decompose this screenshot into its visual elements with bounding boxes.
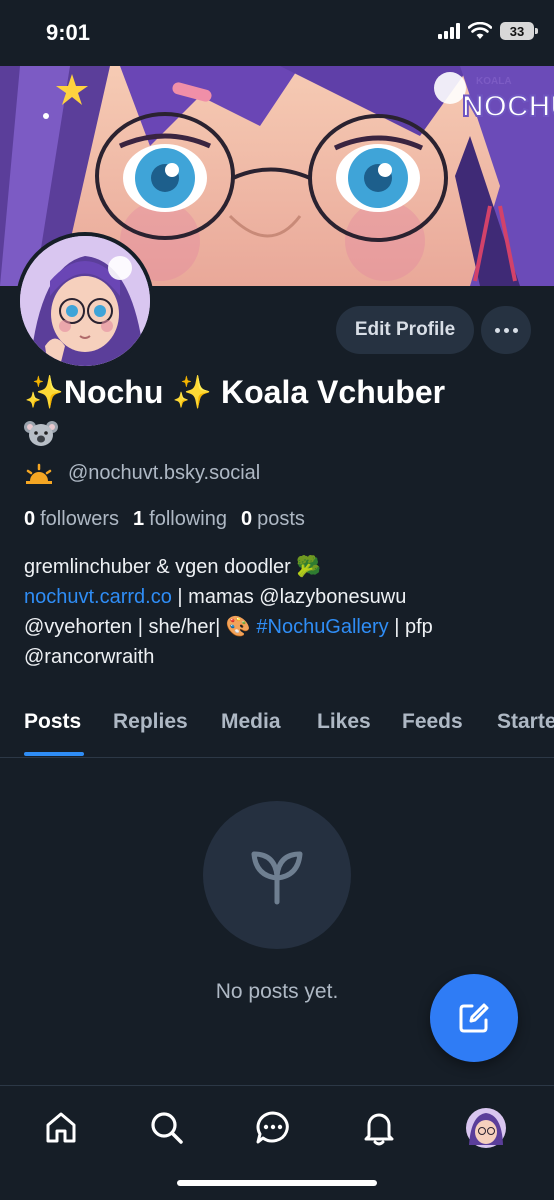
bio-hashtag[interactable]: #NochuGallery <box>256 616 388 638</box>
status-icons: 33 <box>438 22 538 40</box>
battery-indicator: 33 <box>500 22 538 40</box>
bio-line-2: nochuvt.carrd.co | mamas @lazybonesuwu <box>24 582 534 612</box>
handle-row: @nochuvt.bsky.social <box>24 462 260 485</box>
profile-avatar[interactable] <box>16 232 154 370</box>
posts-stat: 0 posts <box>241 508 305 530</box>
bio-line-4: @rancorwraith <box>24 646 155 668</box>
bio-link[interactable]: nochuvt.carrd.co <box>24 586 172 608</box>
search-icon <box>151 1112 183 1144</box>
more-dots-icon <box>494 327 500 333</box>
sunrise-icon <box>26 463 52 484</box>
koala-icon <box>24 421 58 446</box>
tab-posts[interactable]: Posts <box>24 710 81 734</box>
tab-feeds[interactable]: Feeds <box>402 710 463 734</box>
profile-avatar-icon <box>466 1108 506 1148</box>
bell-icon <box>364 1113 394 1146</box>
cellular-signal-icon <box>438 23 460 39</box>
bio-text: @vyehorten | she/her| 🎨 <box>24 616 257 638</box>
banner-logo-small: KOALA <box>476 76 512 87</box>
home-icon <box>46 1112 76 1143</box>
more-dots-icon <box>503 327 509 333</box>
empty-state-icon-circle <box>203 801 351 949</box>
chat-icon <box>256 1111 289 1144</box>
tab-media[interactable]: Media <box>221 710 281 734</box>
compose-post-button[interactable] <box>430 974 518 1062</box>
status-time: 9:01 <box>46 20 91 45</box>
banner-logo: NOCHU <box>462 90 554 123</box>
following-stat[interactable]: 1 following <box>133 508 227 531</box>
status-bar: 9:01 33 <box>0 0 554 66</box>
edit-profile-button[interactable]: Edit Profile <box>336 306 474 354</box>
profile-stats: 0 followers 1 following 0 posts <box>24 508 305 531</box>
bio-line-3: @vyehorten | she/her| 🎨 #NochuGallery | … <box>24 612 534 642</box>
profile-tabs: Posts Replies Media Likes Feeds Starte <box>0 700 554 758</box>
nav-notifications[interactable] <box>357 1106 401 1150</box>
profile-bio: gremlinchuber & vgen doodler 🥦 nochuvt.c… <box>24 552 534 672</box>
sprout-icon <box>251 851 303 905</box>
bio-text: | mamas @lazybonesuwu <box>171 586 407 608</box>
bio-line-1: gremlinchuber & vgen doodler 🥦 <box>24 556 322 578</box>
more-options-button[interactable] <box>481 306 531 354</box>
active-tab-indicator <box>24 752 84 756</box>
koala-emoji <box>24 418 58 453</box>
tab-starter-packs[interactable]: Starte <box>497 710 554 734</box>
tab-likes[interactable]: Likes <box>317 710 371 734</box>
avatar-artwork <box>20 236 150 366</box>
nav-search[interactable] <box>145 1106 189 1150</box>
nav-chat[interactable] <box>251 1106 295 1150</box>
followers-stat[interactable]: 0 followers <box>24 508 119 531</box>
more-dots-icon <box>512 327 518 333</box>
home-indicator <box>177 1180 377 1186</box>
nav-home[interactable] <box>39 1106 83 1150</box>
profile-display-name: ✨Nochu ✨ Koala Vchuber <box>24 374 446 410</box>
wifi-icon <box>468 22 492 39</box>
tab-replies[interactable]: Replies <box>113 710 188 734</box>
compose-icon <box>459 1003 489 1033</box>
profile-handle[interactable]: @nochuvt.bsky.social <box>68 462 260 485</box>
bio-text: | pfp <box>388 616 433 638</box>
nav-profile[interactable] <box>464 1106 508 1150</box>
